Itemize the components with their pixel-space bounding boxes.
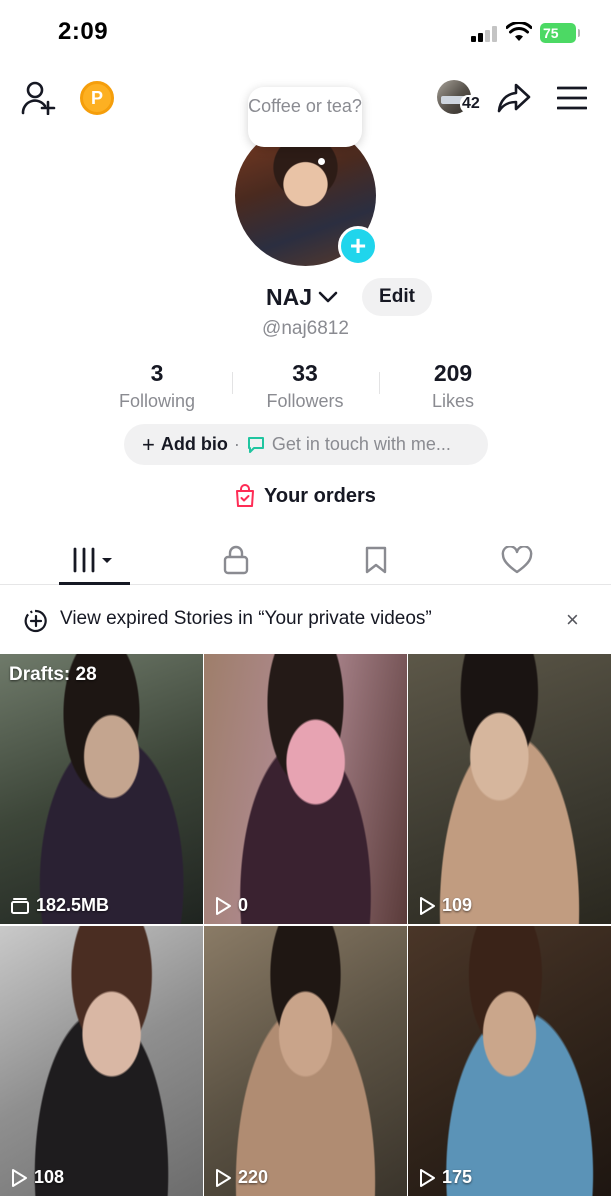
user-handle: @naj6812: [262, 318, 349, 339]
video-tile[interactable]: 0: [204, 654, 407, 924]
battery-level: 75: [543, 25, 559, 41]
plus-icon: +: [142, 431, 155, 457]
video-tile[interactable]: 220: [204, 926, 407, 1196]
active-tab-indicator: [59, 582, 130, 585]
add-story-button[interactable]: +: [338, 226, 378, 266]
play-icon: [216, 896, 231, 915]
add-bio-label: Add bio: [160, 434, 228, 454]
bio-separator: ·: [233, 434, 240, 454]
banner-text: View expired Stories in “Your private vi…: [60, 608, 432, 629]
your-orders-link[interactable]: Your orders: [234, 484, 376, 508]
tile-label: 109: [418, 895, 472, 916]
tile-label: 220: [214, 1167, 268, 1188]
note-bubble-tail: [318, 158, 325, 165]
battery-indicator: 75: [540, 23, 580, 43]
view-count: 0: [238, 895, 249, 915]
video-tile[interactable]: 109: [408, 654, 611, 924]
stat-following[interactable]: 3 Following: [82, 360, 232, 412]
lock-icon: [223, 545, 248, 575]
stat-value: 209: [433, 360, 473, 386]
tab-private[interactable]: [200, 535, 271, 585]
username[interactable]: NAJ: [266, 284, 312, 311]
chat-bubble-icon: [247, 436, 264, 453]
view-count: 108: [34, 1167, 65, 1187]
drafts-label: Drafts: 28: [9, 664, 97, 685]
stat-followers[interactable]: 33 Followers: [230, 360, 380, 412]
drafts-tile[interactable]: Drafts: 28 182.5MB: [0, 654, 203, 924]
tile-label: 175: [418, 1167, 472, 1188]
video-tile[interactable]: 108: [0, 926, 203, 1196]
stat-likes[interactable]: 209 Likes: [378, 360, 528, 412]
tab-liked[interactable]: [481, 535, 552, 585]
add-bio-button[interactable]: + Add bio: [142, 432, 228, 458]
story-plus-icon: [24, 609, 47, 633]
play-icon: [420, 896, 435, 915]
tab-saved[interactable]: [340, 535, 411, 585]
video-tile[interactable]: 175: [408, 926, 611, 1196]
hamburger-menu-icon: [557, 86, 587, 110]
viewer-count: 42: [460, 95, 482, 113]
profile-tabs: [0, 535, 611, 585]
tile-size: 182.5MB: [36, 895, 110, 915]
tile-label: 182.5MB: [10, 895, 109, 916]
share-icon: [497, 83, 531, 113]
expired-stories-banner[interactable]: View expired Stories in “Your private vi…: [0, 586, 611, 654]
signal-icon: [471, 26, 499, 42]
view-count: 175: [442, 1167, 473, 1187]
bookmark-icon: [365, 546, 386, 574]
stat-value: 33: [292, 360, 318, 386]
drafts-icon: [11, 897, 29, 914]
heart-icon: [501, 546, 532, 574]
play-icon: [12, 1168, 27, 1187]
tab-videos[interactable]: [59, 535, 130, 585]
contact-label: Get in touch with me...: [271, 434, 451, 454]
contact-button[interactable]: Get in touch with me...: [246, 434, 451, 455]
view-count: 220: [238, 1167, 269, 1187]
wifi-icon: [506, 22, 532, 41]
tile-label: 108: [10, 1167, 64, 1188]
bio-pill: + Add bio · Get in touch with me...: [124, 424, 488, 465]
video-grid: Drafts: 28 182.5MB 0 109 108 220 175: [0, 654, 611, 1200]
your-orders-label: Your orders: [264, 484, 376, 507]
play-icon: [420, 1168, 435, 1187]
play-icon: [216, 1168, 231, 1187]
stat-label: Followers: [266, 391, 344, 411]
coin-icon[interactable]: P: [80, 81, 114, 115]
stat-value: 3: [150, 360, 164, 386]
videos-grid-icon: [73, 547, 112, 573]
stat-label: Following: [118, 391, 196, 411]
close-icon[interactable]: ×: [566, 609, 579, 631]
name-row: NAJ Edit: [0, 278, 611, 320]
status-time: 2:09: [58, 18, 109, 45]
share-button[interactable]: [496, 80, 532, 116]
chevron-down-icon[interactable]: [318, 290, 338, 304]
stat-label: Likes: [431, 391, 475, 411]
tile-label: 0: [214, 895, 248, 916]
menu-button[interactable]: [556, 82, 588, 114]
view-count: 109: [442, 895, 473, 915]
edit-profile-button[interactable]: Edit: [362, 278, 432, 316]
note-bubble[interactable]: Coffee or tea?: [248, 87, 362, 147]
add-friend-button[interactable]: [20, 80, 58, 116]
status-bar: 2:09 75: [0, 0, 611, 64]
shopping-bag-icon: [236, 484, 254, 507]
add-user-icon: [21, 81, 56, 115]
